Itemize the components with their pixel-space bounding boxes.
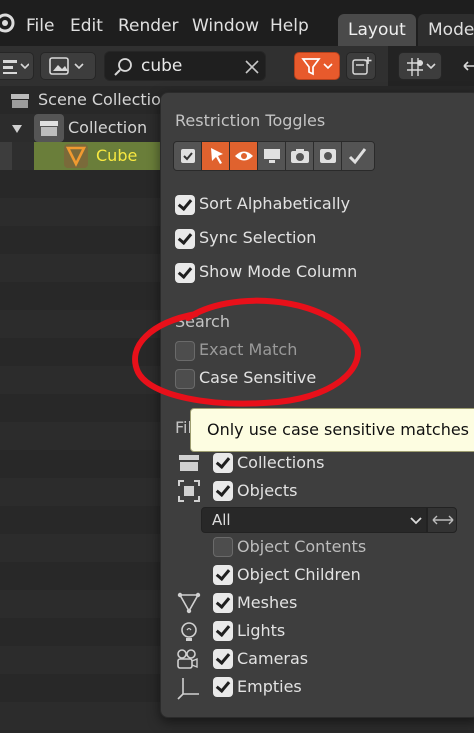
viewport-mode-button[interactable] — [398, 52, 442, 80]
dropdown-value: All — [212, 511, 231, 529]
lights-checkbox[interactable] — [213, 621, 233, 641]
collection-icon-bg — [34, 114, 64, 142]
image-icon — [49, 57, 84, 75]
object-contents-checkbox[interactable] — [213, 537, 233, 557]
toggle-viewport[interactable] — [258, 142, 286, 170]
empty-icon — [177, 678, 199, 700]
expand-arrow-icon[interactable] — [12, 124, 22, 134]
objects-icon — [178, 480, 200, 502]
collection-icon — [40, 121, 58, 136]
toggle-holdout[interactable] — [314, 142, 342, 170]
outliner-header: cube — [0, 46, 474, 86]
restriction-toggles-label: Restriction Toggles — [175, 111, 326, 130]
toggle-render[interactable] — [286, 142, 314, 170]
top-menubar: File Edit Render Window Help Layout Mode… — [0, 0, 474, 46]
indirect-only-icon — [348, 148, 367, 165]
menu-help[interactable]: Help — [270, 16, 309, 36]
search-section-label: Search — [175, 312, 230, 331]
funnel-icon — [301, 58, 333, 76]
toggle-checkbox[interactable] — [174, 142, 202, 170]
empties-label[interactable]: Empties — [237, 677, 302, 696]
search-value: cube — [141, 56, 183, 76]
menu-window[interactable]: Window — [192, 16, 259, 36]
new-collection-icon — [352, 57, 372, 75]
collections-label[interactable]: Collections — [237, 453, 324, 472]
mesh-icon — [177, 592, 201, 614]
holdout-icon — [320, 149, 336, 163]
filter-popover: Restriction Toggles Sort Alphabetically … — [160, 92, 474, 718]
new-collection-button[interactable] — [346, 52, 376, 80]
cameras-label[interactable]: Cameras — [237, 649, 308, 668]
list-icon — [3, 60, 29, 74]
toggle-indirect-only[interactable] — [342, 142, 374, 170]
tree-label: Scene Collection — [38, 90, 172, 109]
show-mode-column-checkbox[interactable] — [175, 263, 195, 283]
checkbox-toggle-icon — [181, 149, 195, 163]
collections-checkbox[interactable] — [213, 453, 233, 473]
filter-image-button[interactable] — [40, 52, 96, 80]
sync-selection-checkbox[interactable] — [175, 229, 195, 249]
object-type-dropdown[interactable]: All — [201, 507, 427, 533]
tree-label: Collection — [68, 118, 148, 137]
mesh-object-icon — [64, 144, 88, 168]
scene-collection-icon — [11, 94, 29, 108]
row-indent — [0, 142, 12, 170]
empties-checkbox[interactable] — [213, 677, 233, 697]
tree-label: Cube — [96, 146, 138, 165]
search-icon — [114, 58, 132, 76]
lights-label[interactable]: Lights — [237, 621, 285, 640]
search-input[interactable]: cube — [104, 51, 266, 81]
horizontal-arrows-icon — [432, 515, 454, 525]
collection-icon — [179, 455, 199, 471]
objects-checkbox[interactable] — [213, 481, 233, 501]
object-contents-label[interactable]: Object Contents — [237, 537, 366, 556]
toggle-select[interactable] — [202, 142, 230, 170]
sort-alphabetically-checkbox[interactable] — [175, 195, 195, 215]
dropdown-reset-button[interactable] — [427, 507, 457, 533]
menu-file[interactable]: File — [26, 16, 54, 36]
cameras-checkbox[interactable] — [213, 649, 233, 669]
display-mode-button[interactable] — [0, 52, 34, 80]
objects-label[interactable]: Objects — [237, 481, 297, 500]
filter-popover-button[interactable] — [294, 52, 340, 80]
transform-arrows-icon[interactable] — [456, 56, 474, 76]
tab-model[interactable]: Model — [418, 14, 474, 46]
view-grid-icon — [407, 58, 436, 76]
select-arrow-icon — [211, 148, 223, 164]
case-sensitive-checkbox[interactable] — [175, 369, 195, 389]
meshes-label[interactable]: Meshes — [237, 593, 297, 612]
case-sensitive-tooltip: Only use case sensitive matches of s — [190, 408, 474, 452]
monitor-icon — [264, 149, 280, 163]
toggle-visibility[interactable] — [230, 142, 258, 170]
clear-search-icon[interactable] — [245, 60, 259, 74]
exact-match-checkbox[interactable] — [175, 341, 195, 361]
menu-edit[interactable]: Edit — [70, 16, 103, 36]
camera-render-icon — [291, 149, 309, 163]
light-icon — [181, 622, 197, 641]
restriction-toggle-group — [173, 141, 375, 171]
object-children-checkbox[interactable] — [213, 565, 233, 585]
show-mode-column-label[interactable]: Show Mode Column — [199, 262, 357, 281]
chevron-down-icon — [410, 517, 422, 525]
blender-logo-icon[interactable] — [0, 12, 16, 34]
sort-alphabetically-label[interactable]: Sort Alphabetically — [199, 194, 350, 213]
sync-selection-label[interactable]: Sync Selection — [199, 228, 316, 247]
meshes-checkbox[interactable] — [213, 593, 233, 613]
tab-layout[interactable]: Layout — [338, 14, 416, 46]
menu-render[interactable]: Render — [118, 16, 179, 36]
eye-icon — [235, 151, 253, 161]
camera-icon — [177, 649, 198, 669]
object-children-label[interactable]: Object Children — [237, 565, 361, 584]
exact-match-label[interactable]: Exact Match — [199, 340, 297, 359]
case-sensitive-label[interactable]: Case Sensitive — [199, 368, 316, 387]
